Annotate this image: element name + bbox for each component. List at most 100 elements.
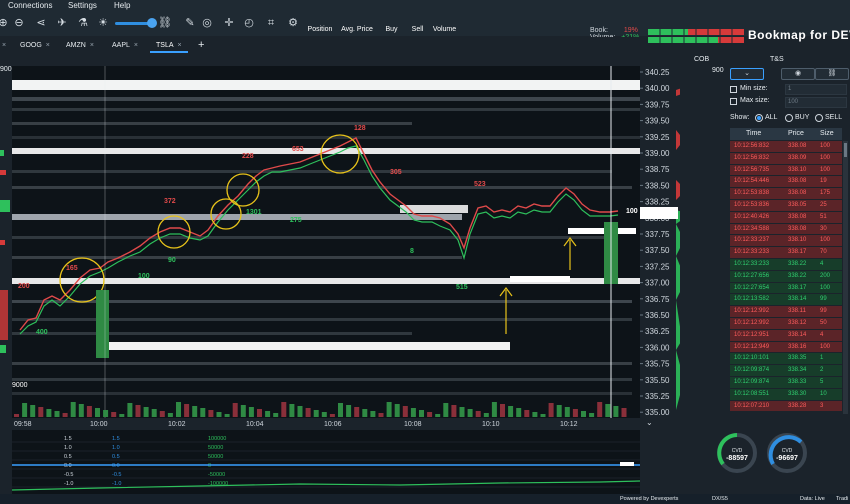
volume-bar (216, 412, 222, 417)
close-icon[interactable]: × (178, 42, 182, 49)
volume-bar (176, 402, 181, 417)
min-size-checkbox[interactable] (730, 86, 737, 93)
max-size-label: Max size: (740, 97, 770, 104)
ts-row: 10:12:09:874 338.33 5 (730, 376, 842, 389)
menu-settings[interactable]: Settings (68, 1, 97, 10)
show-sell-radio[interactable] (815, 114, 823, 122)
ts-chat-button[interactable]: ◉ (781, 68, 815, 80)
volume-marker: 8 (410, 248, 414, 255)
ts-price: 338.35 (788, 355, 807, 362)
ts-title: T&S (770, 56, 784, 63)
collapse-icon[interactable]: ⌄ (646, 418, 653, 427)
add-tab-button[interactable]: + (198, 39, 204, 53)
tab-aapl[interactable]: AAPL × (112, 39, 138, 53)
volume-bar (22, 403, 28, 417)
volume-bar (159, 411, 165, 417)
min-size-input[interactable]: 1 (785, 84, 847, 95)
zoom-in-icon[interactable]: ⊕ (0, 16, 10, 30)
volume-bar (589, 413, 595, 417)
ts-link-button[interactable]: ⛓ (815, 68, 849, 80)
tab-goog[interactable]: GOOG × (20, 39, 50, 53)
ts-price: 338.14 (788, 331, 807, 338)
rocket-icon[interactable]: ✈ (55, 16, 69, 30)
volume-bar (111, 412, 117, 417)
close-icon[interactable]: × (46, 42, 50, 49)
avg-price-header: Avg. Price (341, 26, 373, 33)
ts-scrollbar-thumb[interactable] (844, 143, 847, 157)
chart-icon[interactable]: ⌗ (264, 16, 278, 30)
last-price-label: 100 (626, 208, 638, 215)
indicator-value: 0 (208, 463, 211, 469)
pencil-icon[interactable]: ✎ (183, 16, 197, 30)
chat-icon[interactable]: ◎ (200, 16, 214, 30)
indicator-value: 0.5 (64, 454, 72, 460)
ts-time: 10:12:53:838 (734, 190, 770, 197)
ts-price: 338.05 (788, 201, 807, 208)
crosshair-icon[interactable]: ✛ (222, 16, 236, 30)
volume-bar (127, 403, 133, 417)
brightness-icon[interactable]: ☀ (96, 16, 110, 30)
ts-price: 338.11 (788, 308, 806, 315)
link-icon[interactable]: ⛓ (158, 16, 172, 30)
volume-bar (151, 409, 157, 417)
volume-bar (289, 404, 295, 417)
cob-title: COB (694, 56, 710, 63)
menu-connections[interactable]: Connections (8, 1, 52, 10)
share-icon[interactable]: ⋖ (34, 16, 48, 30)
volume-bar (354, 407, 360, 417)
brightness-slider-handle[interactable] (147, 18, 157, 28)
link-icon: ⛓ (827, 70, 837, 77)
last-price-marker (640, 207, 678, 219)
flask-icon[interactable]: ⚗ (76, 16, 90, 30)
indicator-value: -1.0 (64, 481, 73, 487)
close-icon[interactable]: × (2, 42, 6, 49)
volume-bar (338, 403, 343, 417)
time-label: 10:08 (404, 421, 422, 428)
time-label: 10:10 (482, 421, 500, 428)
tab-stub[interactable]: × (0, 39, 6, 53)
time-label: 09:58 (14, 421, 32, 428)
toolbar: ⊕ ⊖ ⋖ ✈ ⚗ ☀ ⛓ ✎ ◎ ✛ ◴ ⌗ ⚙ Position Avg. … (0, 12, 850, 47)
gear-icon[interactable]: ⚙ (286, 16, 300, 30)
ts-row: 10:12:27:656 338.22 200 (730, 270, 842, 283)
volume-bar (483, 413, 489, 417)
ts-scrollbar[interactable] (843, 141, 848, 414)
volume-bar (208, 410, 214, 417)
tab-tsla[interactable]: TSLA × (150, 39, 188, 53)
max-size-input[interactable]: 100 (785, 97, 847, 108)
volume-marker: 400 (36, 329, 48, 336)
tab-amzn[interactable]: AMZN × (66, 39, 94, 53)
show-label: Show: (730, 114, 750, 121)
price-label: 336.00 (645, 343, 670, 352)
book-imbalance-bars (648, 29, 744, 43)
ts-price: 338.08 (788, 143, 807, 149)
indicator-value: 1.5 (64, 436, 72, 442)
volume-bar (410, 408, 416, 417)
ts-size: 100 (820, 284, 831, 291)
ts-row: 10:12:12:992 338.11 99 (730, 306, 842, 318)
ts-time: 10:12:12:992 (734, 308, 770, 315)
show-all-radio[interactable] (755, 114, 763, 122)
volume-bar (540, 414, 546, 417)
ts-size: 100 (820, 343, 831, 350)
ts-dropdown-button[interactable]: ⌄ (730, 68, 764, 80)
volume-bar (419, 410, 424, 417)
ts-col-price: Price (788, 130, 804, 137)
heatmap-area (12, 66, 640, 418)
price-label: 335.75 (645, 360, 670, 369)
volume-bar (451, 405, 457, 417)
indicator-value: -50000 (208, 472, 225, 478)
close-icon[interactable]: × (90, 42, 94, 49)
close-icon[interactable]: × (134, 42, 138, 49)
volume-marker: 305 (390, 169, 402, 176)
volume-bar (427, 412, 433, 417)
heatmap-chart[interactable]: 340.25 340.00 339.75 339.50 339.25 339.00 338.… (0, 55, 680, 504)
volume-bar (621, 408, 627, 417)
max-size-checkbox[interactable] (730, 98, 737, 105)
menu-help[interactable]: Help (114, 1, 130, 10)
zoom-out-icon[interactable]: ⊖ (12, 16, 26, 30)
volume-bar (378, 413, 384, 417)
show-buy-radio[interactable] (785, 114, 793, 122)
compass-icon[interactable]: ◴ (242, 16, 256, 30)
ts-row: 10:12:54:446 338.08 19 (730, 176, 842, 189)
